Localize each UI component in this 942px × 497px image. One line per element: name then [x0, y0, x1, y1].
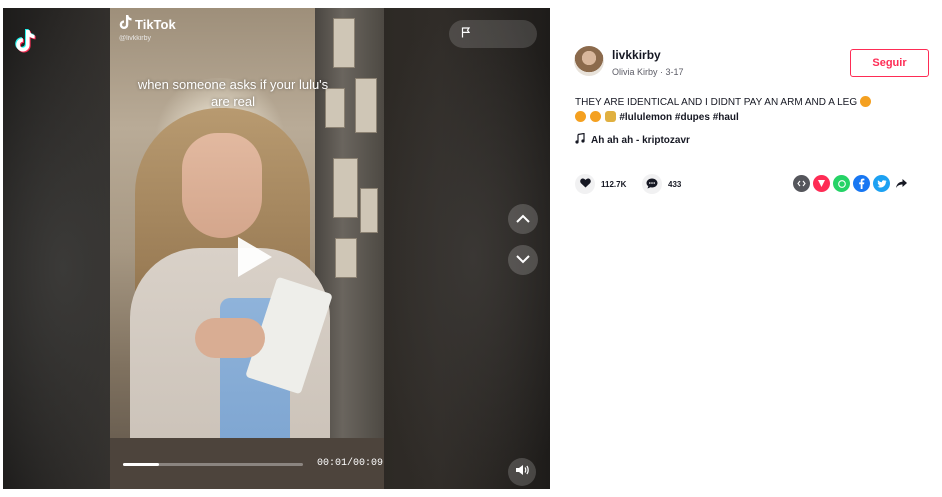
chevron-down-icon: [516, 251, 530, 269]
heart-icon: [579, 178, 591, 190]
video-progress-bar[interactable]: [123, 463, 303, 466]
volume-button[interactable]: [508, 458, 536, 486]
music-info[interactable]: Ah ah ah - kriptozavr: [575, 132, 690, 147]
comment-stat[interactable]: 433: [642, 174, 681, 194]
music-title: Ah ah ah - kriptozavr: [591, 134, 690, 146]
comment-icon: [646, 178, 658, 191]
video-time: 00:01/00:09: [317, 458, 384, 469]
money-bag-emoji-icon: [604, 111, 616, 122]
author-avatar[interactable]: [574, 46, 604, 76]
report-button[interactable]: [449, 20, 537, 48]
comment-count: 433: [668, 179, 682, 189]
embed-icon[interactable]: [793, 175, 810, 192]
follow-button[interactable]: Seguir: [850, 49, 929, 77]
cold-face-emoji-icon: [575, 111, 586, 122]
watermark-brand: TikTok: [135, 16, 176, 32]
comment-button[interactable]: [642, 174, 662, 194]
play-button[interactable]: [234, 235, 274, 279]
video-player[interactable]: when someone asks if your lulu's are rea…: [3, 8, 550, 489]
speaker-icon: [515, 463, 529, 481]
like-count: 112.7K: [601, 179, 627, 189]
facebook-icon[interactable]: [853, 175, 870, 192]
video-hand: [195, 318, 265, 358]
author-username[interactable]: livkkirby: [612, 48, 661, 62]
twitter-icon[interactable]: [873, 175, 890, 192]
like-stat[interactable]: 112.7K: [575, 174, 626, 194]
video-caption: when someone asks if your lulu's are rea…: [137, 77, 329, 109]
video-progress-fill: [123, 463, 159, 466]
share-arrow-icon[interactable]: [893, 175, 910, 192]
play-icon: [234, 237, 274, 283]
music-note-icon: [575, 132, 585, 147]
share-row: [793, 175, 910, 192]
video-description: THEY ARE IDENTICAL AND I DIDNT PAY AN AR…: [575, 95, 925, 125]
tiktok-watermark: TikTok @livkkirby: [119, 15, 176, 42]
video-person-face: [182, 133, 262, 238]
flag-icon: [461, 25, 471, 43]
like-button[interactable]: [575, 174, 595, 194]
description-hashtags[interactable]: #lululemon #dupes #haul: [619, 112, 738, 123]
watermark-handle: @livkkirby: [119, 35, 151, 42]
tiktok-note-icon: [119, 15, 132, 33]
tiktok-logo-icon[interactable]: [11, 26, 41, 56]
hot-face-emoji-icon: [859, 96, 871, 107]
cold-face-emoji-icon: [589, 111, 601, 122]
whatsapp-icon[interactable]: [833, 175, 850, 192]
description-text: THEY ARE IDENTICAL AND I DIDNT PAY AN AR…: [575, 97, 858, 108]
send-icon[interactable]: [813, 175, 830, 192]
previous-video-button[interactable]: [508, 204, 538, 234]
author-subline: Olivia Kirby · 3-17: [612, 67, 684, 77]
next-video-button[interactable]: [508, 245, 538, 275]
chevron-up-icon: [516, 210, 530, 228]
